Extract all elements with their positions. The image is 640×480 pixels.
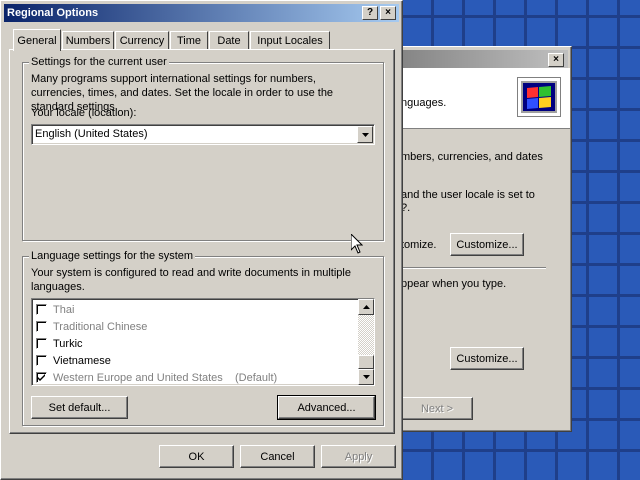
tab-time[interactable]: Time [170,31,208,50]
background-window-titlebar[interactable] [387,50,568,68]
list-item[interactable]: Vietnamese [36,352,111,369]
scroll-up-icon[interactable] [358,299,374,315]
tab-general[interactable]: General [13,29,61,51]
apply-button[interactable]: Apply [321,445,396,468]
customize-button-2[interactable]: Customize... [450,347,524,370]
header-divider [384,128,570,129]
locale-label: Your locale (location): [31,107,137,119]
cancel-button[interactable]: Cancel [240,445,315,468]
list-item[interactable]: Western Europe and United States (Defaul… [36,369,278,385]
mouse-cursor-icon [350,232,364,257]
regional-options-dialog[interactable]: Regional Options ? × General Numbers Cur… [0,0,403,480]
tab-date[interactable]: Date [209,31,249,50]
system-language-label: Language settings for the system [29,250,196,262]
close-icon[interactable]: × [548,53,564,67]
close-icon[interactable]: × [380,6,396,20]
line3-text: and the user locale is set to [401,189,535,201]
checkmark-icon [38,374,45,381]
line6-text: ppear when you type. [401,278,507,290]
checkbox-traditional-chinese[interactable] [36,321,47,332]
advanced-button[interactable]: Advanced... [277,395,376,420]
locale-dropdown[interactable]: English (United States) [31,124,375,145]
checkbox-vietnamese[interactable] [36,355,47,366]
language-label: Turkic [53,337,83,350]
customize-button-1[interactable]: Customize... [450,233,524,256]
language-label: Traditional Chinese [53,320,148,333]
list-item[interactable]: Thai [36,301,74,318]
line2-text: mbers, currencies, and dates [401,151,543,163]
line5-text: tomize. [401,239,437,251]
tab-currency[interactable]: Currency [115,31,169,50]
separator [394,267,546,268]
list-item[interactable]: Traditional Chinese [36,318,147,335]
line1-text: nguages. [401,97,447,109]
windows-flag-icon [517,77,561,117]
dialog-title: Regional Options [7,7,99,19]
system-language-description: Your system is configured to read and wr… [31,267,351,293]
locale-value: English (United States) [35,128,148,140]
language-label: Western Europe and United States (Defaul… [53,371,278,384]
set-default-button[interactable]: Set default... [31,396,128,419]
checkbox-thai[interactable] [36,304,47,315]
background-window[interactable]: × nguages. mbers, currencies, and dates … [383,46,572,432]
help-icon[interactable]: ? [362,6,378,20]
checkbox-western-europe[interactable] [36,372,47,383]
chevron-down-icon[interactable] [357,126,373,143]
scroll-thumb[interactable] [358,355,374,369]
scroll-down-icon[interactable] [358,369,374,385]
dialog-titlebar[interactable]: Regional Options [4,4,399,22]
language-list[interactable]: Thai Traditional Chinese Turkic Vietname… [31,298,375,386]
language-label: Thai [53,303,75,316]
checkbox-turkic[interactable] [36,338,47,349]
tab-input-locales[interactable]: Input Locales [250,31,330,50]
language-label: Vietnamese [53,354,111,367]
user-settings-label: Settings for the current user [29,56,169,68]
next-button[interactable]: Next > [401,397,473,420]
list-item[interactable]: Turkic [36,335,83,352]
vertical-scrollbar[interactable] [358,299,374,385]
tab-numbers[interactable]: Numbers [62,31,114,50]
ok-button[interactable]: OK [159,445,234,468]
